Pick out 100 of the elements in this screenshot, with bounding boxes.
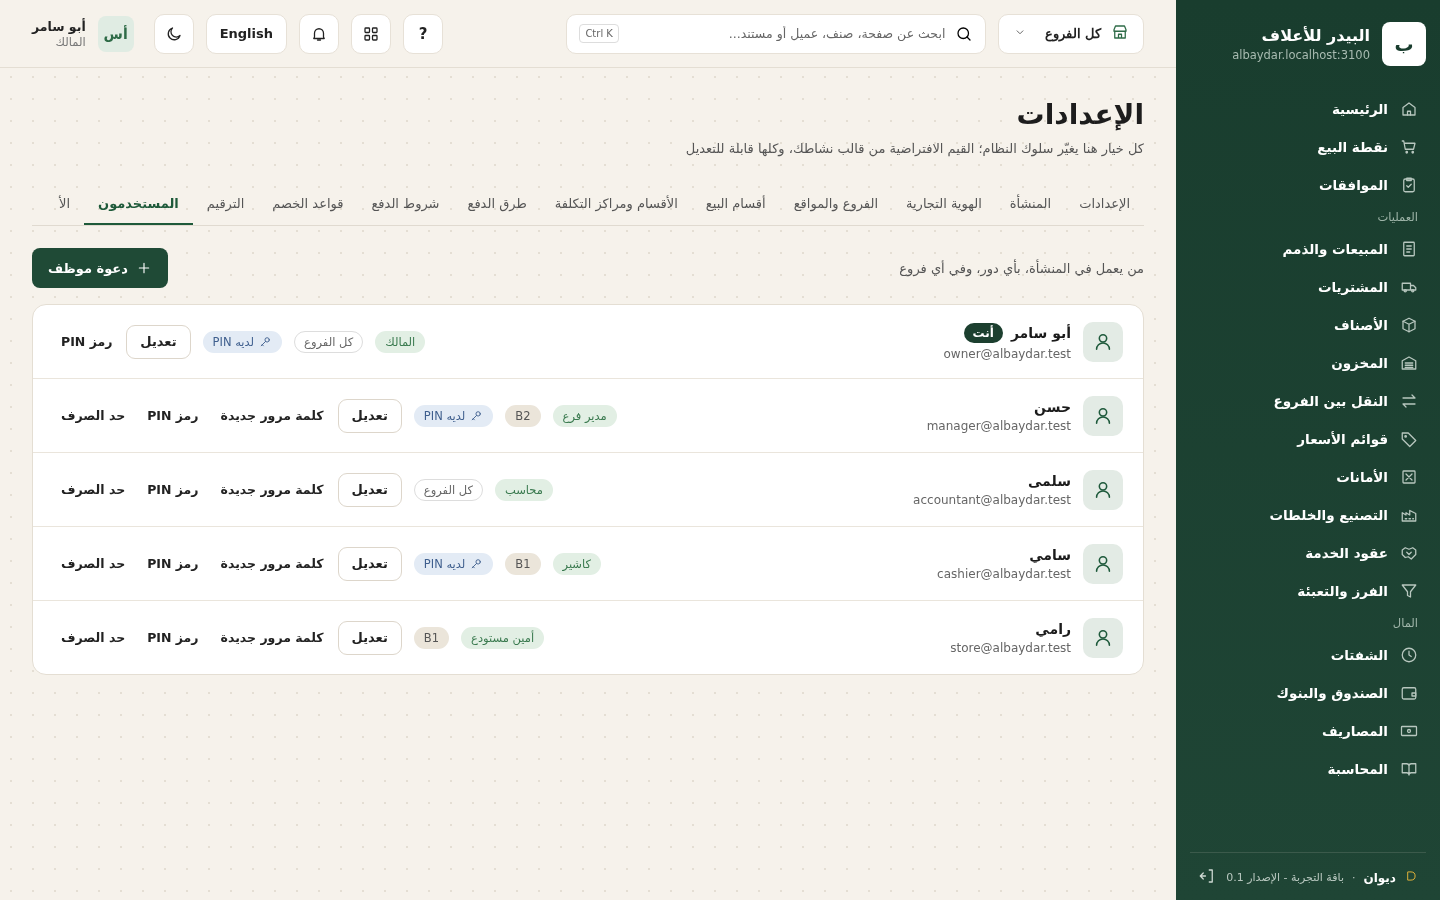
branch-tag: B2	[505, 404, 541, 427]
nav-item[interactable]: المبيعات والذمم	[1190, 230, 1426, 268]
user-name: سلمى	[1027, 472, 1071, 489]
nav-item[interactable]: الرئيسية	[1190, 90, 1426, 128]
action-link[interactable]: كلمة مرور جديدة	[212, 630, 332, 645]
nav-item[interactable]: النقل بين الفروع	[1190, 382, 1426, 420]
role-tag: محاسب	[494, 478, 553, 501]
key-icon	[470, 409, 484, 422]
branch-tag: كل الفروع	[413, 478, 483, 501]
clipboard-icon	[1400, 176, 1418, 194]
nav-item[interactable]: قوائم الأسعار	[1190, 420, 1426, 458]
you-badge: أنت	[963, 322, 1003, 343]
user-role: المالك	[54, 34, 86, 49]
tab[interactable]: المستخدمون	[84, 184, 193, 225]
action-link[interactable]: حد الصرف	[53, 408, 134, 423]
edit-button[interactable]: تعديل	[126, 324, 191, 359]
branch-tag: كل الفروع	[294, 330, 364, 353]
user-name: أبو سامر	[1010, 324, 1071, 341]
edit-button[interactable]: تعديل	[337, 472, 402, 507]
user-email: owner@albaydar.test	[943, 346, 1071, 361]
nav-item[interactable]: المخزون	[1190, 344, 1426, 382]
theme-button[interactable]	[153, 13, 194, 54]
user-email: cashier@albaydar.test	[937, 566, 1071, 581]
nav-item[interactable]: المحاسبة	[1190, 750, 1426, 788]
nav-item[interactable]: المصاريف	[1190, 712, 1426, 750]
warehouse-icon	[1400, 354, 1418, 372]
action-link[interactable]: رمز PIN	[53, 334, 121, 349]
notifications-button[interactable]	[299, 13, 340, 54]
action-link[interactable]: كلمة مرور جديدة	[212, 482, 332, 497]
tab[interactable]: شروط الدفع	[357, 184, 454, 225]
nav-item[interactable]: عقود الخدمة	[1190, 534, 1426, 572]
store-icon	[1111, 23, 1129, 41]
branch-tag: B1	[413, 626, 450, 649]
apps-button[interactable]	[351, 13, 392, 54]
action-link[interactable]: حد الصرف	[53, 630, 134, 645]
separator-dot: ·	[1351, 871, 1356, 884]
tab[interactable]: طرق الدفع	[453, 184, 541, 225]
section-description: من يعمل في المنشأة، بأي دور، وفي أي فروع	[899, 260, 1144, 276]
company-name: البيدر للأعلاف	[1260, 26, 1370, 45]
page-subtitle: كل خيار هنا يغيّر سلوك النظام؛ القيم الافتراضية من قالب نشاطك، وكلها قابلة للتعديل	[684, 141, 1144, 156]
tab[interactable]: المنشأة	[995, 184, 1066, 225]
language-button[interactable]: English	[205, 13, 288, 54]
tab[interactable]: قواعد الخصم	[258, 184, 358, 225]
cart-icon	[1400, 138, 1418, 156]
user-email: accountant@albaydar.test	[913, 492, 1071, 507]
page-title: الإعدادات	[1015, 98, 1144, 131]
action-link[interactable]: كلمة مرور جديدة	[212, 556, 332, 571]
funnel-icon	[1400, 582, 1418, 600]
search-input[interactable]: ابحث عن صفحة، صنف، عميل أو مستند...	[626, 25, 948, 42]
edit-button[interactable]: تعديل	[337, 398, 402, 433]
tab[interactable]: الفروع والمواقع	[779, 184, 893, 225]
invite-button[interactable]: دعوة موظف	[32, 248, 168, 288]
tab[interactable]: أقسام البيع	[691, 184, 780, 225]
action-link[interactable]: رمز PIN	[139, 482, 207, 497]
action-link[interactable]: رمز PIN	[139, 556, 207, 571]
shortcut-hint: Ctrl K	[579, 24, 619, 43]
nav-item[interactable]: نقطة البيع	[1190, 128, 1426, 166]
branch-select[interactable]: كل الفروع	[998, 13, 1144, 54]
role-tag: أمين مستودع	[461, 626, 545, 649]
role-tag: المالك	[375, 330, 426, 353]
tab[interactable]: الهوية التجارية	[892, 184, 996, 225]
logout-icon[interactable]	[1198, 867, 1216, 885]
edit-button[interactable]: تعديل	[337, 620, 402, 655]
nav-item[interactable]: الشفتات	[1190, 636, 1426, 674]
action-link[interactable]: كلمة مرور جديدة	[212, 408, 332, 423]
edit-button[interactable]: تعديل	[337, 546, 402, 581]
pin-label: لديه PIN	[212, 334, 255, 349]
tab[interactable]: الأقسام ومراكز التكلفة	[540, 184, 692, 225]
d-logo-icon	[1404, 869, 1418, 883]
role-tag: كاشير	[552, 552, 601, 575]
user-avatar[interactable]: أس	[97, 15, 134, 52]
action-link[interactable]: حد الصرف	[53, 482, 134, 497]
home-icon	[1400, 100, 1418, 118]
nav-item[interactable]: الأمانات	[1190, 458, 1426, 496]
nav-item[interactable]: الفرز والتعبئة	[1190, 572, 1426, 610]
nav-section-label: العمليات	[1376, 209, 1419, 226]
book-icon	[1400, 760, 1418, 778]
user-name: سامي	[1029, 546, 1071, 563]
nav-item[interactable]: الصندوق والبنوك	[1190, 674, 1426, 712]
company-domain: albaydar.localhost:3100	[1232, 48, 1370, 62]
nav-item[interactable]: الموافقات	[1190, 166, 1426, 204]
role-tag: مدير فرع	[552, 404, 617, 427]
user-name: أبو سامر	[32, 18, 86, 34]
app-brand: ديوان	[1363, 870, 1396, 885]
arrows-icon	[1400, 392, 1418, 410]
nav-item[interactable]: الأصناف	[1190, 306, 1426, 344]
grid-icon	[362, 24, 381, 43]
tab[interactable]: الترقيم	[192, 184, 259, 225]
nav-item[interactable]: التصنيع والخلطات	[1190, 496, 1426, 534]
cross-box-icon	[1400, 468, 1418, 486]
action-link[interactable]: رمز PIN	[139, 630, 207, 645]
action-link[interactable]: رمز PIN	[139, 408, 207, 423]
action-link[interactable]: حد الصرف	[53, 556, 134, 571]
tab[interactable]: الإعدادات	[1065, 184, 1144, 225]
nav-item[interactable]: المشتريات	[1190, 268, 1426, 306]
help-button[interactable]: ?	[403, 13, 444, 54]
branch-tag: B1	[505, 552, 541, 575]
pin-label: لديه PIN	[423, 556, 466, 571]
clock-icon	[1400, 646, 1418, 664]
tab[interactable]: الأ	[45, 184, 85, 225]
